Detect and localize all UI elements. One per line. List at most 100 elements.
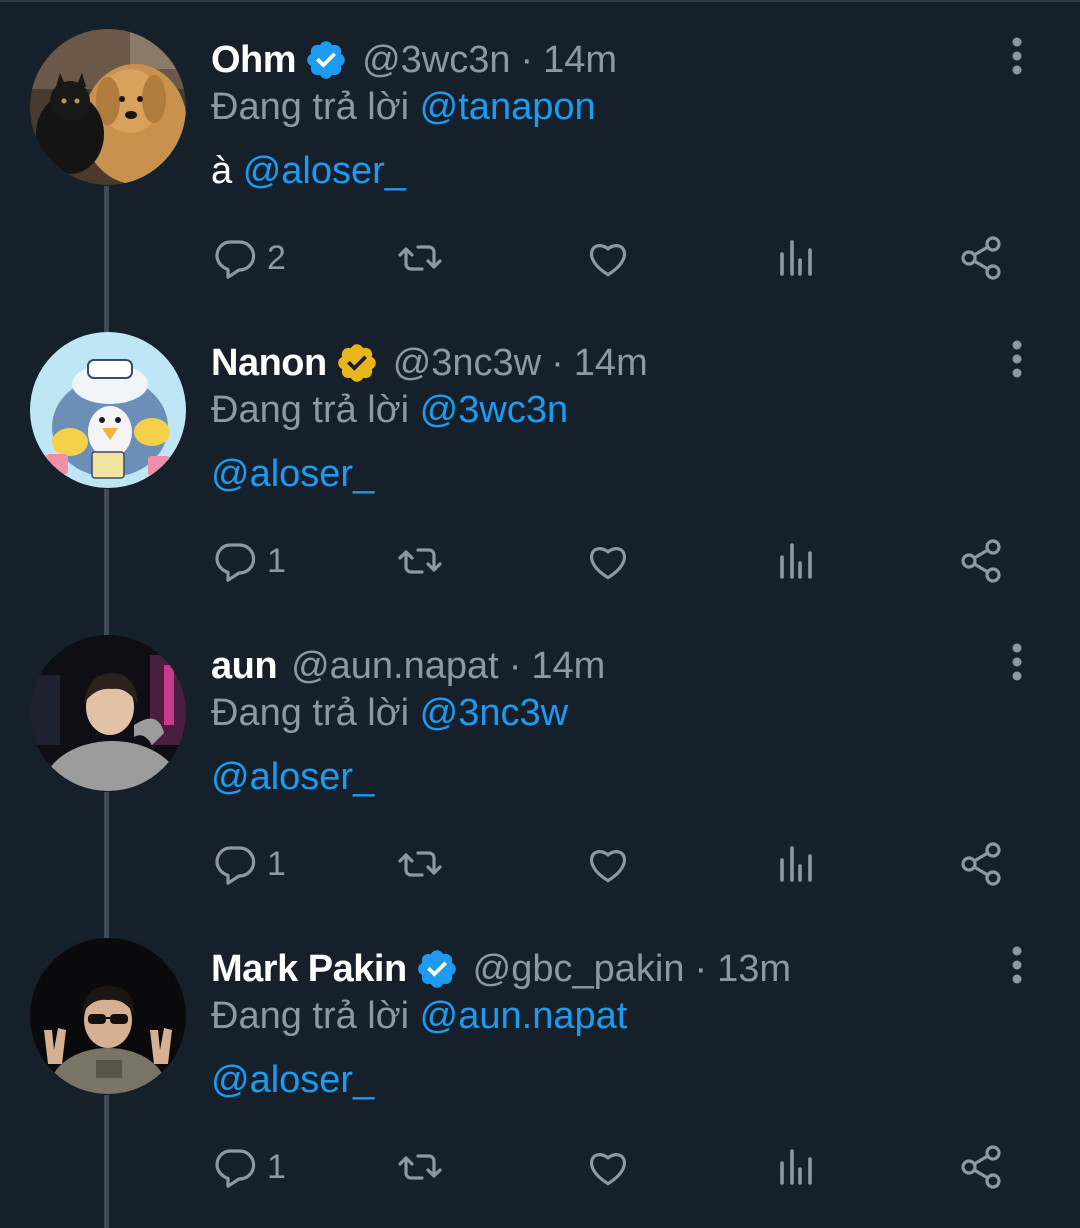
- reply-button[interactable]: 1: [211, 836, 286, 892]
- tweet[interactable]: Mark Pakin @gbc_pakin · 13m Đang trả lời…: [0, 909, 1080, 1212]
- retweet-button[interactable]: [396, 836, 444, 892]
- heart-icon: [589, 850, 627, 883]
- share-icon: [961, 236, 1001, 280]
- avatar[interactable]: [30, 938, 186, 1094]
- tweet-mention[interactable]: @aloser_: [243, 150, 406, 192]
- tweet[interactable]: aun @aun.napat · 14m Đang trả lời @3nc3w…: [0, 606, 1080, 909]
- avatar[interactable]: [30, 29, 186, 185]
- replying-to-label: Đang trả lời: [211, 389, 410, 431]
- retweet-button[interactable]: [396, 230, 444, 286]
- person-peace-sign-photo-icon: [30, 938, 186, 1094]
- retweet-icon: [398, 1154, 442, 1180]
- analytics-button[interactable]: [772, 836, 820, 892]
- display-name[interactable]: Nanon: [211, 342, 327, 385]
- separator-dot: ·: [508, 644, 522, 687]
- replying-to-mention[interactable]: @aun.napat: [420, 995, 628, 1037]
- reply-button[interactable]: 2: [211, 230, 286, 286]
- like-button[interactable]: [584, 836, 632, 892]
- verified-badge-icon: [335, 341, 379, 385]
- replying-to: Đang trả lời @aun.napat: [211, 995, 627, 1038]
- tweet-mention[interactable]: @aloser_: [211, 1059, 374, 1101]
- tweet-actions: 2: [211, 230, 1031, 286]
- tweet[interactable]: Ohm @3wc3n · 14m Đang trả lời @tanapon à…: [0, 0, 1080, 303]
- tweet-text: à @aloser_: [211, 150, 406, 193]
- tweet[interactable]: Nanon @3nc3w · 14m Đang trả lời @3wc3n @…: [0, 303, 1080, 606]
- replying-to-mention[interactable]: @tanapon: [420, 86, 596, 128]
- reply-icon: [215, 543, 256, 582]
- reply-count: 1: [267, 1147, 286, 1186]
- reply-icon: [215, 846, 256, 885]
- separator-dot: ·: [551, 341, 564, 384]
- reply-button[interactable]: 1: [211, 533, 286, 589]
- tweet-text-prefix: à: [211, 150, 243, 192]
- share-button[interactable]: [957, 1139, 1005, 1195]
- tweet-mention[interactable]: @aloser_: [211, 756, 374, 798]
- analytics-button[interactable]: [772, 533, 820, 589]
- penguin-cartoon-icon: [30, 332, 186, 488]
- tweet-header: Mark Pakin @gbc_pakin · 13m: [211, 943, 791, 995]
- like-button[interactable]: [584, 533, 632, 589]
- share-icon: [961, 1145, 1001, 1189]
- replying-to: Đang trả lời @3wc3n: [211, 389, 568, 432]
- display-name[interactable]: Ohm: [211, 39, 297, 82]
- more-options-icon[interactable]: [1000, 34, 1034, 78]
- user-handle[interactable]: @aun.napat: [291, 645, 499, 688]
- avatar[interactable]: [30, 332, 186, 488]
- user-handle[interactable]: @gbc_pakin: [473, 948, 685, 991]
- analytics-icon: [780, 543, 812, 579]
- like-button[interactable]: [584, 230, 632, 286]
- display-name[interactable]: aun: [211, 645, 278, 688]
- more-options-icon[interactable]: [1000, 943, 1034, 987]
- avatar[interactable]: [30, 635, 186, 791]
- replying-to-label: Đang trả lời: [211, 692, 410, 734]
- reply-count: 1: [267, 844, 286, 883]
- tweet-mention[interactable]: @aloser_: [211, 453, 374, 495]
- user-handle[interactable]: @3wc3n: [362, 39, 510, 82]
- person-photo-icon: [30, 635, 186, 791]
- analytics-button[interactable]: [772, 230, 820, 286]
- retweet-icon: [398, 245, 442, 271]
- replying-to-label: Đang trả lời: [211, 995, 410, 1037]
- reply-button[interactable]: 1: [211, 1139, 286, 1195]
- like-button[interactable]: [584, 1139, 632, 1195]
- analytics-icon: [780, 1149, 812, 1185]
- tweet-header: aun @aun.napat · 14m: [211, 640, 605, 692]
- tweet-actions: 1: [211, 836, 1031, 892]
- tweet-header: Ohm @3wc3n · 14m: [211, 34, 617, 86]
- retweet-button[interactable]: [396, 1139, 444, 1195]
- replying-to: Đang trả lời @tanapon: [211, 86, 596, 129]
- tweet-text: @aloser_: [211, 1059, 374, 1102]
- display-name[interactable]: Mark Pakin: [211, 948, 407, 991]
- share-button[interactable]: [957, 533, 1005, 589]
- more-options-icon[interactable]: [1000, 640, 1034, 684]
- separator-dot: ·: [694, 947, 708, 990]
- timestamp[interactable]: 13m: [717, 948, 791, 991]
- replying-to: Đang trả lời @3nc3w: [211, 692, 568, 735]
- heart-icon: [589, 1153, 627, 1186]
- timestamp[interactable]: 14m: [574, 342, 648, 385]
- separator-dot: ·: [520, 38, 534, 81]
- reply-count: 2: [267, 238, 286, 277]
- user-handle[interactable]: @3nc3w: [393, 342, 541, 385]
- analytics-button[interactable]: [772, 1139, 820, 1195]
- tweet-actions: 1: [211, 1139, 1031, 1195]
- timestamp[interactable]: 14m: [531, 645, 605, 688]
- share-button[interactable]: [957, 836, 1005, 892]
- timestamp[interactable]: 14m: [543, 39, 617, 82]
- heart-icon: [589, 244, 627, 277]
- share-button[interactable]: [957, 230, 1005, 286]
- dog-and-cat-photo-icon: [30, 29, 186, 185]
- replying-to-mention[interactable]: @3wc3n: [420, 389, 568, 431]
- replying-to-mention[interactable]: @3nc3w: [420, 692, 568, 734]
- retweet-button[interactable]: [396, 533, 444, 589]
- tweet-actions: 1: [211, 533, 1031, 589]
- retweet-icon: [398, 548, 442, 574]
- tweet-header: Nanon @3nc3w · 14m: [211, 337, 648, 389]
- more-options-icon[interactable]: [1000, 337, 1034, 381]
- analytics-icon: [780, 846, 812, 882]
- analytics-icon: [780, 240, 812, 276]
- reply-icon: [215, 1149, 256, 1188]
- reply-count: 1: [267, 541, 286, 580]
- heart-icon: [589, 547, 627, 580]
- reply-icon: [215, 240, 256, 279]
